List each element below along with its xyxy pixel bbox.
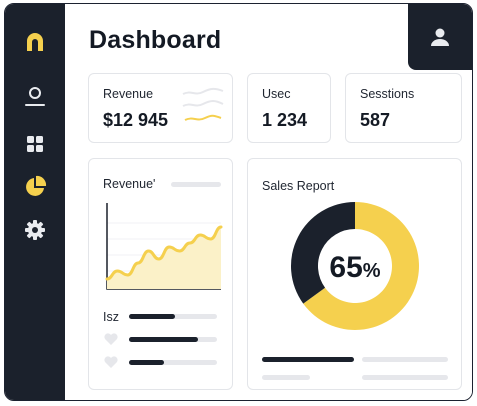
sidebar-item-overview[interactable] [5, 125, 65, 163]
list-bar-fill [129, 337, 198, 342]
heart-icon [104, 356, 118, 368]
legend-bar-light [362, 357, 448, 362]
logo-arch-icon [27, 33, 43, 51]
sales-report-panel: Sales Report 65% [247, 158, 462, 390]
list-bar-track [129, 360, 217, 365]
main-content: Dashboard Revenue $12 945 Usec 1 234 Ses… [65, 4, 472, 400]
stat-card-users[interactable]: Usec 1 234 [247, 73, 331, 143]
user-menu-button[interactable] [408, 4, 472, 70]
sidebar [5, 4, 65, 400]
page-title: Dashboard [89, 26, 222, 54]
sidebar-item-reports[interactable] [5, 168, 65, 206]
revenue-area-chart [105, 203, 223, 290]
list-label: Isz [103, 310, 119, 324]
pie-chart-icon [26, 175, 47, 196]
grid-icon [27, 136, 43, 152]
legend-bar-dark [262, 357, 354, 362]
donut-percent: 65 [329, 251, 363, 284]
list-bar-track [129, 337, 217, 342]
revenue-panel: Revenue' Isz [88, 158, 233, 390]
app-window: Dashboard Revenue $12 945 Usec 1 234 Ses… [4, 3, 473, 401]
stat-card-sessions[interactable]: Sesstions 587 [345, 73, 462, 143]
legend-bar-light [262, 375, 310, 380]
heart-icon [104, 333, 118, 345]
legend-bar-light [362, 375, 448, 380]
user-icon [25, 87, 45, 106]
stat-label: Revenue [103, 87, 154, 101]
sidebar-item-settings[interactable] [5, 211, 65, 249]
sidebar-logo[interactable] [5, 23, 65, 61]
stat-value: $12 945 [103, 110, 169, 130]
donut-unit: % [362, 260, 381, 282]
panel-header-placeholder [171, 182, 221, 187]
sales-report-title: Sales Report [262, 179, 335, 193]
stat-card-revenue[interactable]: Revenue $12 945 [88, 73, 233, 143]
list-bar-track [129, 314, 217, 319]
stat-value: 587 [360, 110, 391, 130]
stat-label: Sesstions [360, 87, 415, 101]
list-bar-fill [129, 314, 175, 319]
user-icon [431, 28, 449, 46]
list-bar-fill [129, 360, 165, 365]
sparkline-icon [182, 87, 224, 121]
sidebar-item-profile[interactable] [5, 77, 65, 115]
donut-value: 65% [248, 251, 462, 285]
stat-value: 1 234 [262, 110, 308, 130]
stat-label: Usec [262, 87, 291, 101]
revenue-panel-title: Revenue' [103, 177, 156, 191]
gear-icon [25, 220, 45, 240]
